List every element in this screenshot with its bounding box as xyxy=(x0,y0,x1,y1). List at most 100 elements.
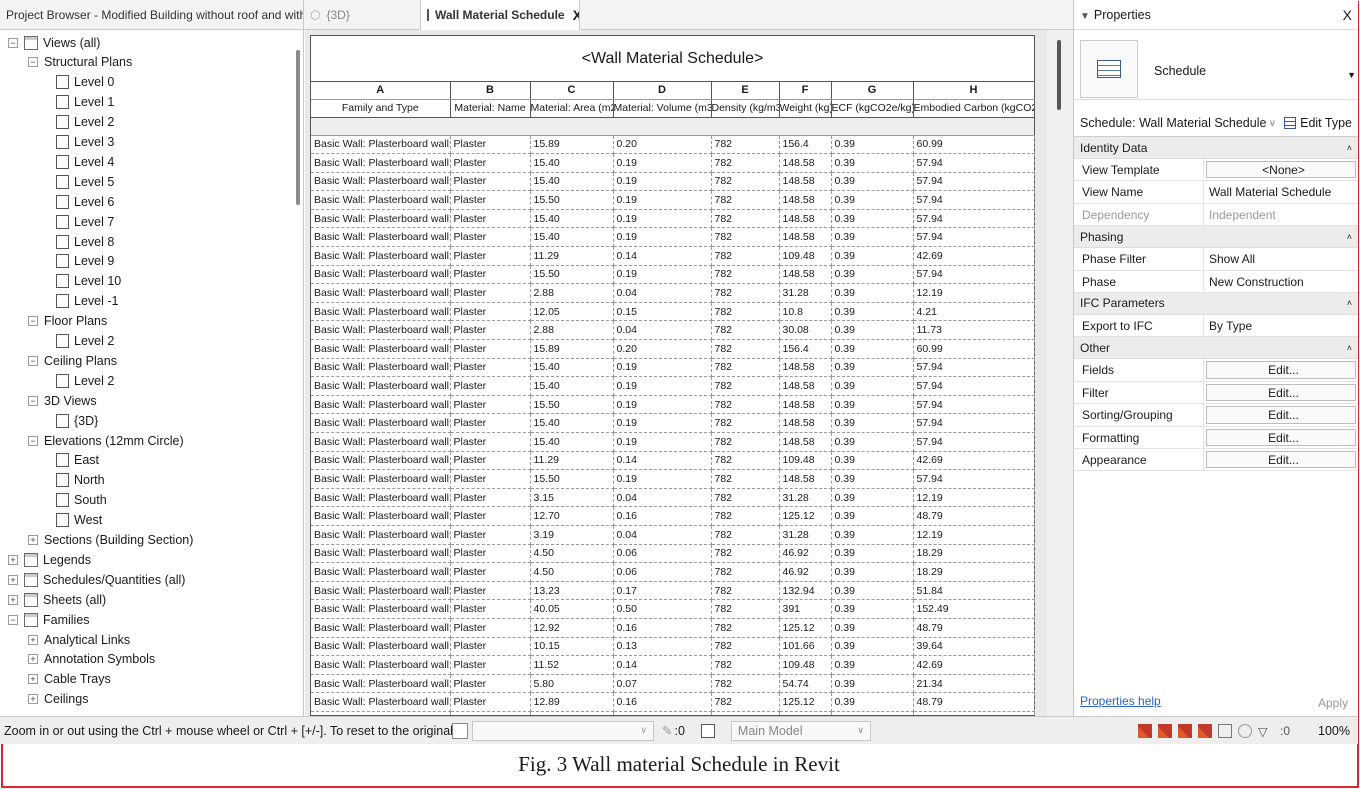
table-cell[interactable]: 0.19 xyxy=(613,209,712,229)
tree-item[interactable]: −3D Views xyxy=(28,390,97,411)
table-cell[interactable]: 57.94 xyxy=(913,376,1035,396)
table-cell[interactable]: Basic Wall: Plasterboard wall xyxy=(311,599,451,619)
table-cell[interactable]: 0.04 xyxy=(613,525,712,545)
select-pinned-icon[interactable] xyxy=(1177,723,1192,738)
table-row[interactable]: Basic Wall: Plasterboard wall Plaster 15.4… xyxy=(311,209,1035,229)
table-cell[interactable]: 782 xyxy=(711,413,780,433)
table-cell[interactable]: Plaster xyxy=(450,283,531,303)
table-cell[interactable]: 10.15 xyxy=(530,637,614,657)
table-cell[interactable]: 148.58 xyxy=(779,358,832,378)
column-letter[interactable]: D xyxy=(613,82,712,100)
table-cell[interactable]: Plaster xyxy=(450,153,531,173)
tree-item[interactable]: Level 2 xyxy=(56,331,114,352)
table-row[interactable]: Basic Wall: Plasterboard wall Plaster 11.5… xyxy=(311,655,1035,675)
table-cell[interactable]: Basic Wall: Plasterboard wall xyxy=(311,302,451,322)
table-cell[interactable]: Plaster xyxy=(450,339,531,359)
table-cell[interactable]: 48.79 xyxy=(913,506,1035,526)
tree-item[interactable]: + Sections (Building Section) xyxy=(28,530,193,551)
table-cell[interactable]: 46.92 xyxy=(779,544,832,564)
property-value[interactable]: Show All xyxy=(1204,248,1358,269)
scroll-thumb[interactable] xyxy=(1057,40,1061,110)
table-cell[interactable]: Plaster xyxy=(450,432,531,452)
table-cell[interactable]: 57.94 xyxy=(913,209,1035,229)
tree-item[interactable]: Level -1 xyxy=(56,291,118,312)
table-cell[interactable]: 782 xyxy=(711,320,780,341)
table-cell[interactable]: 12.05 xyxy=(530,302,614,322)
table-row[interactable]: Basic Wall: Plasterboard wall Plaster 5.80… xyxy=(311,674,1035,694)
table-row[interactable]: Basic Wall: Plasterboard wall Plaster 15.4… xyxy=(311,376,1035,396)
table-row[interactable]: Basic Wall: Plasterboard wall Plaster 15.8… xyxy=(311,339,1035,359)
table-cell[interactable]: 0.39 xyxy=(831,172,914,192)
table-cell[interactable]: Basic Wall: Plasterboard wall xyxy=(311,395,451,415)
table-cell[interactable]: Plaster xyxy=(450,544,531,564)
table-cell[interactable]: 0.17 xyxy=(613,581,712,601)
table-cell[interactable]: 0.20 xyxy=(613,339,712,359)
table-row[interactable]: Basic Wall: Plasterboard wall Plaster 2.88… xyxy=(311,283,1035,303)
tree-item[interactable]: + Analytical Links xyxy=(28,629,130,650)
table-cell[interactable]: Plaster xyxy=(450,618,531,638)
table-cell[interactable]: 156.4 xyxy=(779,135,832,155)
table-cell[interactable]: 0.16 xyxy=(613,506,712,526)
collapse-chevron-icon[interactable]: ˄ xyxy=(1347,343,1352,353)
table-cell[interactable]: 0.14 xyxy=(613,655,712,675)
table-cell[interactable]: 57.94 xyxy=(913,395,1035,415)
table-cell[interactable]: 0.39 xyxy=(831,562,914,582)
table-cell[interactable]: Plaster xyxy=(450,172,531,192)
table-cell[interactable]: 12.19 xyxy=(913,488,1035,508)
table-cell[interactable]: 782 xyxy=(711,562,780,582)
table-row[interactable]: Basic Wall: Plasterboard wall Plaster 15.8… xyxy=(311,135,1035,155)
table-cell[interactable]: 0.19 xyxy=(613,265,712,285)
table-cell[interactable]: 0.39 xyxy=(831,506,914,526)
table-cell[interactable]: Basic Wall: Plasterboard wall xyxy=(311,358,451,378)
tree-item[interactable]: + Ceilings xyxy=(28,689,88,710)
table-cell[interactable]: 0.39 xyxy=(831,302,914,322)
table-cell[interactable]: 11.73 xyxy=(913,320,1035,341)
table-cell[interactable]: 12.19 xyxy=(913,525,1035,545)
table-cell[interactable]: 132.94 xyxy=(779,581,832,601)
tree-item[interactable]: Level 6 xyxy=(56,191,114,212)
tree-item[interactable]: {3D} xyxy=(56,410,98,431)
table-cell[interactable]: 0.39 xyxy=(831,358,914,378)
table-cell[interactable]: 148.58 xyxy=(779,190,832,210)
table-cell[interactable]: 125.12 xyxy=(779,506,832,526)
table-cell[interactable]: 57.94 xyxy=(913,432,1035,452)
table-cell[interactable]: Basic Wall: Plasterboard wall xyxy=(311,209,451,229)
table-cell[interactable]: 0.39 xyxy=(831,320,914,341)
expand-icon[interactable]: + xyxy=(28,634,38,645)
table-cell[interactable]: 782 xyxy=(711,358,780,378)
worksets-icon[interactable] xyxy=(452,722,468,739)
table-cell[interactable]: 31.28 xyxy=(779,525,832,545)
property-group-header[interactable]: Phasing ˄ xyxy=(1074,226,1358,249)
close-icon[interactable]: X xyxy=(573,7,579,23)
select-by-face-icon[interactable] xyxy=(1197,723,1212,738)
table-cell[interactable]: Plaster xyxy=(450,692,531,712)
collapse-icon[interactable]: − xyxy=(28,395,38,406)
table-cell[interactable]: 18.29 xyxy=(913,544,1035,564)
column-letter[interactable]: E xyxy=(711,82,780,100)
table-cell[interactable]: 30.08 xyxy=(779,320,832,341)
table-cell[interactable]: 0.19 xyxy=(613,190,712,210)
table-cell[interactable]: 12.92 xyxy=(530,618,614,638)
table-cell[interactable]: 31.28 xyxy=(779,283,832,303)
tree-item[interactable]: Level 8 xyxy=(56,231,114,252)
table-cell[interactable]: 782 xyxy=(711,209,780,229)
table-cell[interactable]: 0.13 xyxy=(613,637,712,657)
table-cell[interactable]: 0.39 xyxy=(831,339,914,359)
table-cell[interactable]: 0.04 xyxy=(613,283,712,303)
table-cell[interactable]: 0.19 xyxy=(613,153,712,173)
instance-selector[interactable]: Schedule: Wall Material Schedule ∨ Edit … xyxy=(1074,110,1358,137)
table-cell[interactable]: 4.50 xyxy=(530,562,614,582)
select-underlay-icon[interactable] xyxy=(1157,723,1172,738)
close-icon[interactable]: X xyxy=(1343,7,1352,23)
table-cell[interactable]: 0.06 xyxy=(613,544,712,564)
tree-item[interactable]: + Annotation Symbols xyxy=(28,649,155,670)
table-cell[interactable]: Plaster xyxy=(450,674,531,694)
table-row[interactable]: Basic Wall: Plasterboard wall Plaster 15.4… xyxy=(311,432,1035,452)
tree-item[interactable]: East xyxy=(56,450,99,471)
table-cell[interactable]: Plaster xyxy=(450,488,531,508)
table-cell[interactable]: 0.39 xyxy=(831,395,914,415)
table-cell[interactable]: 11.29 xyxy=(530,451,614,471)
table-cell[interactable]: 10.8 xyxy=(779,302,832,322)
table-cell[interactable]: 148.58 xyxy=(779,265,832,285)
table-cell[interactable]: 39.64 xyxy=(913,637,1035,657)
